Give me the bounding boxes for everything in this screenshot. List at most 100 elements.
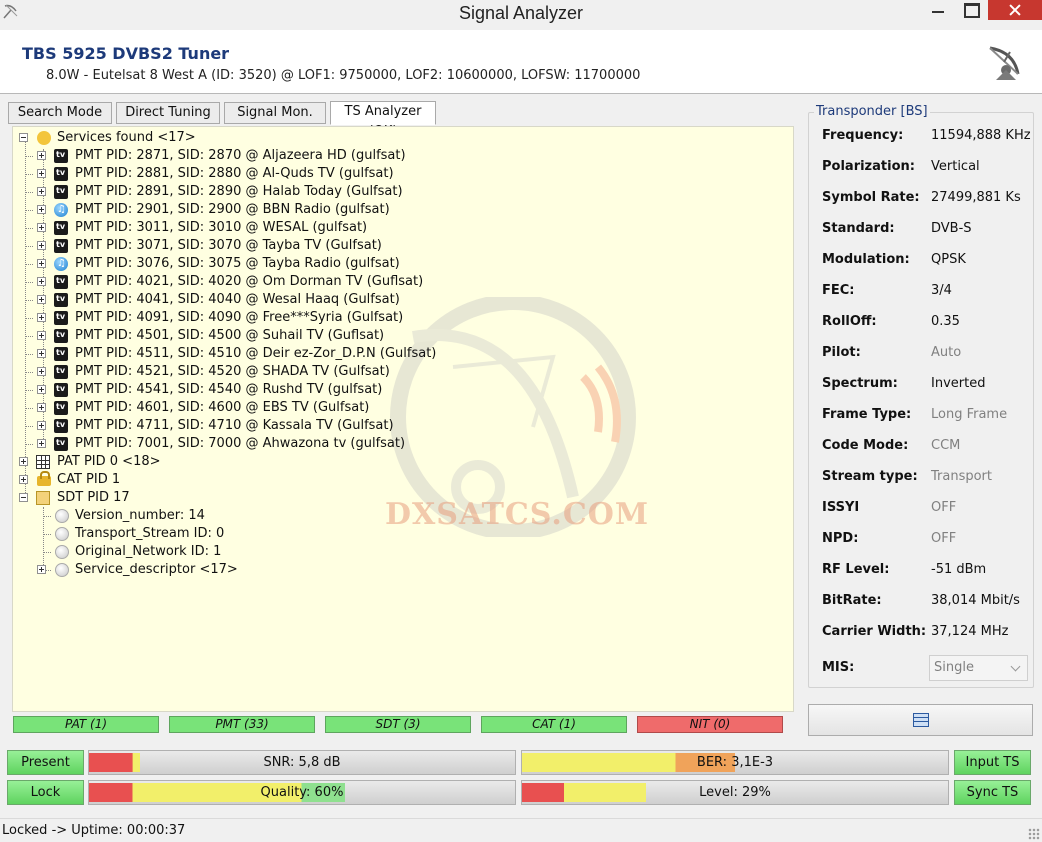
expand-icon[interactable] xyxy=(19,457,28,466)
ber-meter: BER: 3,1E-3 xyxy=(521,750,949,775)
maximize-button[interactable] xyxy=(955,0,987,20)
expand-icon[interactable] xyxy=(37,295,46,304)
tree-node-label: PMT PID: 4511, SID: 4510 @ Deir ez-Zor_D… xyxy=(75,346,437,361)
ts-tree[interactable]: DXSATCS.COM Services found <17> PMT PID:… xyxy=(12,126,794,712)
sync-ts-button[interactable]: Sync TS xyxy=(954,780,1031,805)
expand-icon[interactable] xyxy=(37,169,46,178)
tree-node-label: PMT PID: 2871, SID: 2870 @ Aljazeera HD … xyxy=(75,148,406,163)
window-title: Signal Analyzer xyxy=(458,3,584,23)
tab-ts-analyzer[interactable]: TS Analyzer (OK) xyxy=(330,101,436,139)
collapse-icon[interactable] xyxy=(19,493,28,502)
transponder-field-value: 27499,881 Ks xyxy=(931,190,1021,205)
mis-select[interactable]: Single xyxy=(929,655,1028,681)
transponder-field-value: -51 dBm xyxy=(931,562,987,577)
tree-node-label: PMT PID: 4711, SID: 4710 @ Kassala TV (G… xyxy=(75,418,394,433)
tree-node-label: Service_descriptor <17> xyxy=(75,562,238,577)
transponder-field-label: Frame Type: xyxy=(822,407,912,422)
transponder-field-label: NPD: xyxy=(822,531,859,546)
status-bar: Locked -> Uptime: 00:00:37 xyxy=(0,818,1042,842)
minimize-button[interactable] xyxy=(920,0,956,20)
expand-icon[interactable] xyxy=(37,259,46,268)
satellite-dish-icon xyxy=(989,46,1020,80)
tv-icon xyxy=(54,416,68,434)
transponder-field-value: 37,124 MHz xyxy=(931,624,1009,639)
quality-label: Quality: 60% xyxy=(260,785,344,800)
tree-node-label: Services found <17> xyxy=(57,130,196,145)
transponder-field-label: Spectrum: xyxy=(822,376,898,391)
tv-icon xyxy=(54,218,68,236)
ber-label: BER: 3,1E-3 xyxy=(696,755,774,770)
lock-button[interactable]: Lock xyxy=(7,780,84,805)
tv-icon xyxy=(54,290,68,308)
expand-icon[interactable] xyxy=(37,403,46,412)
device-info: 8.0W - Eutelsat 8 West A (ID: 3520) @ LO… xyxy=(46,68,641,83)
transponder-field-label: Pilot: xyxy=(822,345,861,360)
tree-node-label: PMT PID: 4021, SID: 4020 @ Om Dorman TV … xyxy=(75,274,424,289)
tv-icon xyxy=(54,308,68,326)
tree-node-label: PMT PID: 2881, SID: 2880 @ Al-Quds TV (g… xyxy=(75,166,394,181)
expand-icon[interactable] xyxy=(37,565,46,574)
transponder-field-label: Carrier Width: xyxy=(822,624,927,639)
tab-direct-tuning[interactable]: Direct Tuning xyxy=(116,102,220,124)
transponder-field-label: ISSYI xyxy=(822,500,860,515)
lock-icon xyxy=(37,471,51,486)
tree-node-label: SDT PID 17 xyxy=(57,490,130,505)
device-header: TBS 5925 DVBS2 Tuner 8.0W - Eutelsat 8 W… xyxy=(0,30,1042,94)
expand-icon[interactable] xyxy=(37,367,46,376)
transponder-field-value: OFF xyxy=(931,500,957,515)
tree-node-label: PMT PID: 3076, SID: 3075 @ Tayba Radio (… xyxy=(75,256,400,271)
tv-icon xyxy=(54,164,68,182)
sdt-table-icon xyxy=(36,491,50,505)
transponder-field-value: 0.35 xyxy=(931,314,960,329)
snr-label: SNR: 5,8 dB xyxy=(263,755,341,770)
tree-node-label: PMT PID: 4091, SID: 4090 @ Free***Syria … xyxy=(75,310,404,325)
input-ts-button[interactable]: Input TS xyxy=(954,750,1031,775)
transponder-field-label: Stream type: xyxy=(822,469,918,484)
collapse-icon[interactable] xyxy=(19,133,28,142)
expand-icon[interactable] xyxy=(37,313,46,322)
tab-search-mode[interactable]: Search Mode xyxy=(8,102,112,124)
expand-icon[interactable] xyxy=(37,223,46,232)
expand-icon[interactable] xyxy=(37,421,46,430)
expand-icon[interactable] xyxy=(19,475,28,484)
tree-node-label: PMT PID: 4601, SID: 4600 @ EBS TV (Gulfs… xyxy=(75,400,370,415)
expand-icon[interactable] xyxy=(37,439,46,448)
expand-icon[interactable] xyxy=(37,205,46,214)
transponder-field-value: OFF xyxy=(931,531,957,546)
tree-node-label: PMT PID: 2901, SID: 2900 @ BBN Radio (gu… xyxy=(75,202,390,217)
transponder-field-value: Long Frame xyxy=(931,407,1008,422)
level-meter: Level: 29% xyxy=(521,780,949,805)
transponder-field-label: FEC: xyxy=(822,283,855,298)
watermark-text: DXSATCS.COM xyxy=(385,497,650,532)
transponder-title: Transponder [BS] xyxy=(814,104,930,119)
tree-node-label: PMT PID: 4541, SID: 4540 @ Rushd TV (gul… xyxy=(75,382,383,397)
tv-icon xyxy=(54,326,68,344)
present-button[interactable]: Present xyxy=(7,750,84,775)
title-bar: Signal Analyzer xyxy=(0,0,1042,30)
expand-icon[interactable] xyxy=(37,349,46,358)
table-indicator-sdt: SDT (3) xyxy=(325,716,471,733)
expand-icon[interactable] xyxy=(37,151,46,160)
leaf-node-icon xyxy=(55,509,69,523)
leaf-node-icon xyxy=(55,563,69,577)
resize-grip-icon[interactable] xyxy=(1028,828,1040,840)
expand-icon[interactable] xyxy=(37,385,46,394)
radio-icon xyxy=(54,255,68,273)
close-button[interactable] xyxy=(988,0,1042,20)
expand-icon[interactable] xyxy=(37,277,46,286)
tab-signal-mon[interactable]: Signal Mon. xyxy=(224,102,326,124)
tv-icon xyxy=(54,362,68,380)
tv-icon xyxy=(54,272,68,290)
tv-icon xyxy=(54,182,68,200)
expand-icon[interactable] xyxy=(37,241,46,250)
transponder-field-value: CCM xyxy=(931,438,961,453)
radio-icon xyxy=(54,201,68,219)
tree-node-label: PMT PID: 4521, SID: 4520 @ SHADA TV (Gul… xyxy=(75,364,390,379)
expand-icon[interactable] xyxy=(37,331,46,340)
transponder-field-value: Transport xyxy=(931,469,993,484)
expand-icon[interactable] xyxy=(37,187,46,196)
transponder-field-value: 11594,888 KHz xyxy=(931,128,1031,143)
tv-icon xyxy=(54,434,68,452)
details-button[interactable] xyxy=(808,704,1033,736)
transponder-field-value: Vertical xyxy=(931,159,980,174)
